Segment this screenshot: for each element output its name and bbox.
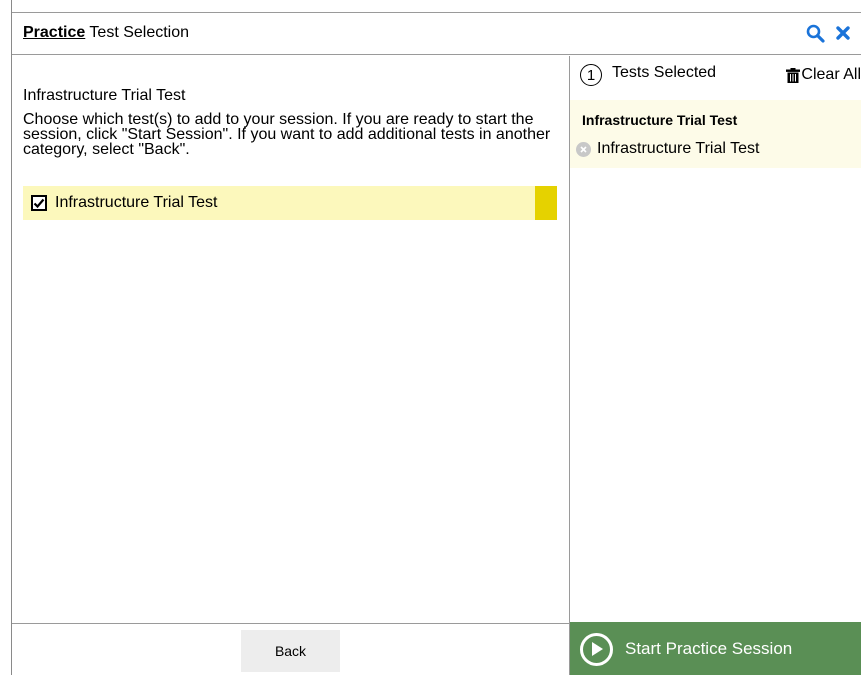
checkmark-icon	[33, 198, 45, 209]
back-button[interactable]: Back	[241, 630, 340, 672]
selected-count-badge: 1	[580, 64, 602, 86]
clear-all-label: Clear All	[801, 66, 861, 83]
selected-tests-panel: 1 Tests Selected Clear All Infrastructur…	[570, 56, 861, 623]
close-icon[interactable]	[833, 22, 853, 44]
trash-icon	[786, 67, 801, 83]
category-heading: Infrastructure Trial Test	[23, 87, 186, 104]
play-icon	[580, 632, 613, 666]
instructions-text: Choose which test(s) to add to your sess…	[23, 111, 551, 158]
selected-item: Infrastructure Trial Test	[576, 140, 759, 158]
test-selection-dialog: Practice Test Selection Infrastructure T…	[12, 12, 861, 675]
clear-all-button[interactable]: Clear All	[786, 66, 861, 84]
dialog-header: Practice Test Selection	[12, 13, 861, 55]
top-strip	[12, 0, 861, 12]
search-icon[interactable]	[805, 22, 825, 44]
test-checkbox[interactable]	[31, 195, 47, 211]
row-selected-marker	[535, 186, 557, 220]
title-bold: Practice	[23, 24, 86, 41]
test-row[interactable]: Infrastructure Trial Test	[23, 186, 557, 220]
title-rest: Test Selection	[85, 24, 190, 41]
header-icons	[805, 22, 853, 44]
start-button-label: Start Practice Session	[625, 639, 793, 658]
selected-group: Infrastructure Trial Test Infrastructure…	[570, 100, 861, 168]
window-edge	[0, 0, 12, 675]
test-row-label: Infrastructure Trial Test	[55, 194, 218, 211]
remove-icon[interactable]	[576, 141, 591, 157]
test-list-panel: Infrastructure Trial Test Choose which t…	[12, 56, 569, 623]
selected-label: Tests Selected	[612, 64, 717, 81]
start-practice-session-button[interactable]: Start Practice Session	[570, 622, 861, 675]
footer-left: Back	[12, 623, 569, 675]
selected-group-title: Infrastructure Trial Test	[582, 112, 738, 128]
selected-item-label: Infrastructure Trial Test	[597, 140, 760, 157]
dialog-title: Practice Test Selection	[23, 24, 189, 42]
